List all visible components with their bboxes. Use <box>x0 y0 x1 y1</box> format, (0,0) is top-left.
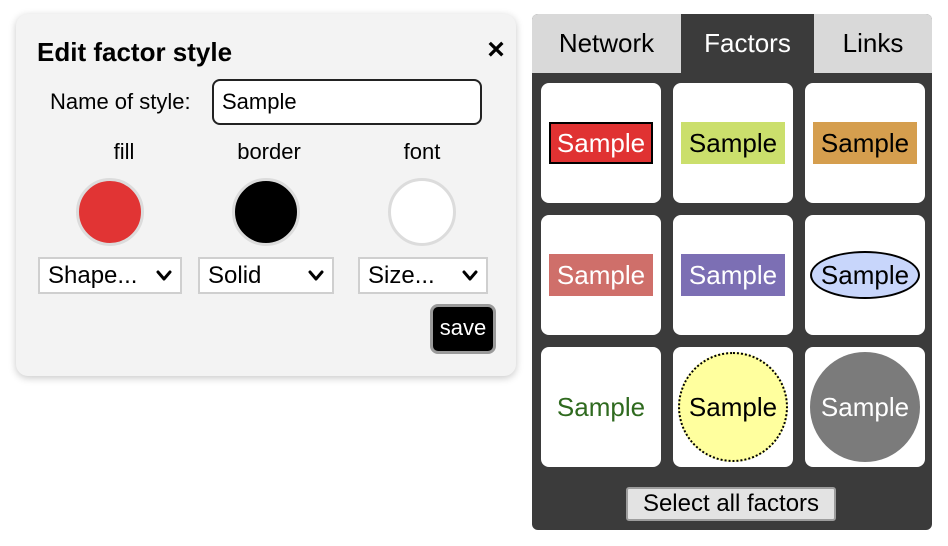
border-label: border <box>237 139 301 164</box>
panel-tabs: Network Factors Links <box>532 14 932 73</box>
sample-label: Sample <box>549 122 653 164</box>
sample-label: Sample <box>678 352 788 462</box>
sample-label: Sample <box>556 392 646 422</box>
sample-label: Sample <box>810 251 920 299</box>
style-name-label: Name of style: <box>50 89 191 114</box>
font-size-select[interactable]: Size... <box>358 257 488 294</box>
shape-select-value: Shape... <box>48 262 138 289</box>
fill-color-swatch[interactable] <box>76 178 144 246</box>
styles-panel: Network Factors Links Sample Sample Sample… <box>532 14 932 530</box>
border-style-select-value: Solid <box>208 262 262 289</box>
factor-style-sample[interactable]: Sample <box>541 83 661 203</box>
edit-factor-style-dialog: Edit factor style × Name of style: fill … <box>16 14 516 376</box>
sample-label: Sample <box>681 254 785 296</box>
dialog-title: Edit factor style <box>37 37 233 67</box>
font-size-select-value: Size... <box>368 262 435 289</box>
factor-style-sample[interactable]: Sample <box>541 347 661 467</box>
tab-network[interactable]: Network <box>532 14 681 73</box>
border-style-select[interactable]: Solid <box>198 257 334 294</box>
font-label: font <box>403 139 441 164</box>
factor-style-sample[interactable]: Sample <box>805 347 925 467</box>
chevron-down-icon <box>308 270 324 281</box>
font-color-swatch[interactable] <box>388 178 456 246</box>
close-icon[interactable]: × <box>484 35 508 65</box>
factor-style-sample[interactable]: Sample <box>541 215 661 335</box>
sample-label: Sample <box>549 254 653 296</box>
factor-style-sample[interactable]: Sample <box>673 347 793 467</box>
style-name-input[interactable] <box>212 79 482 125</box>
factor-style-sample[interactable]: Sample <box>805 215 925 335</box>
sample-label: Sample <box>681 122 785 164</box>
fill-label: fill <box>113 139 135 164</box>
factor-style-sample[interactable]: Sample <box>805 83 925 203</box>
select-all-factors-button[interactable]: Select all factors <box>626 487 836 521</box>
tab-links[interactable]: Links <box>814 14 932 73</box>
sample-label: Sample <box>813 122 917 164</box>
chevron-down-icon <box>462 270 478 281</box>
save-button[interactable]: save <box>430 304 496 354</box>
tab-factors[interactable]: Factors <box>681 14 814 73</box>
chevron-down-icon <box>156 270 172 281</box>
factor-style-sample[interactable]: Sample <box>673 215 793 335</box>
sample-label: Sample <box>810 352 920 462</box>
shape-select[interactable]: Shape... <box>38 257 182 294</box>
factor-style-sample[interactable]: Sample <box>673 83 793 203</box>
border-color-swatch[interactable] <box>232 178 300 246</box>
